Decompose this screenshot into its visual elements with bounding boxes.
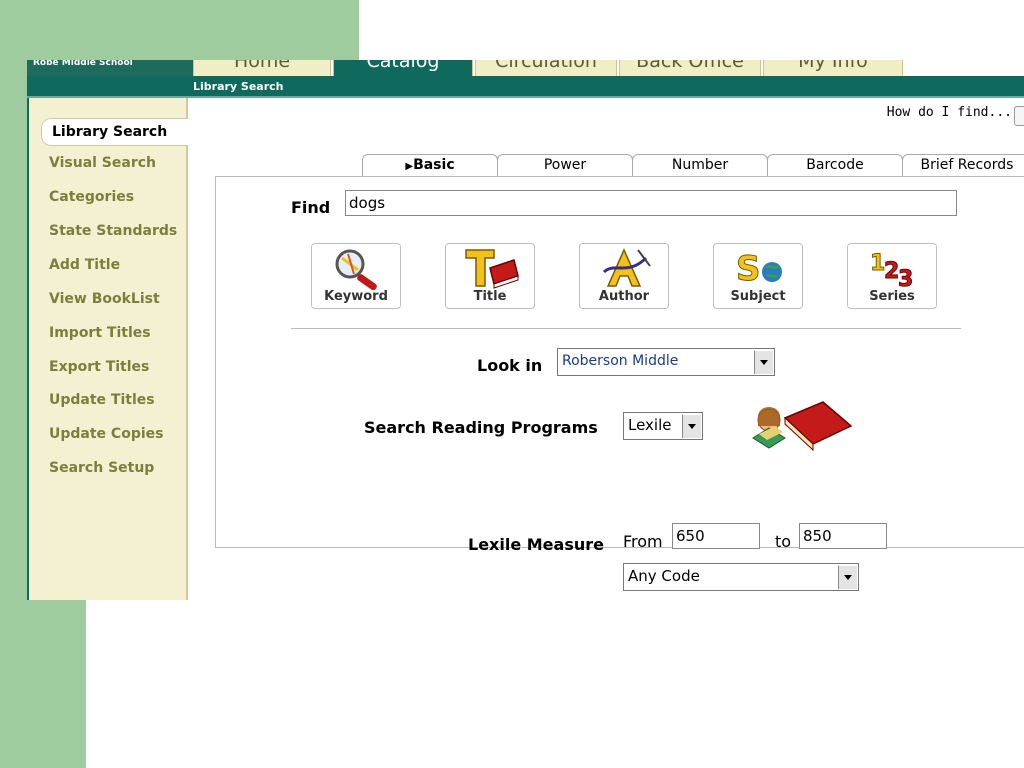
sidebar-item-categories[interactable]: Categories: [49, 189, 134, 205]
nav-tab-my-info[interactable]: My Info: [763, 60, 903, 76]
slide-background-top: [0, 0, 359, 60]
to-label: to: [775, 532, 792, 551]
help-icon[interactable]: [1014, 106, 1024, 126]
series-icon: 1 2 3: [870, 251, 914, 291]
lexile-code-value: Any Code: [628, 567, 700, 585]
keyword-search-button[interactable]: Keyword: [311, 243, 401, 309]
author-label: Author: [598, 289, 650, 304]
series-search-button[interactable]: 1 2 3 Series: [847, 243, 937, 309]
main-content: How do I find... ▶Basic Power Number Bar…: [188, 98, 1024, 600]
keyword-icon: [335, 249, 377, 290]
nav-tab-circulation[interactable]: Circulation: [475, 60, 617, 76]
lexile-measure-label: Lexile Measure: [468, 535, 604, 554]
sidebar-item-library-search[interactable]: Library Search: [41, 118, 191, 146]
tab-number[interactable]: Number: [632, 154, 768, 176]
sidebar-item-visual-search[interactable]: Visual Search: [49, 155, 156, 171]
subject-label: Subject: [730, 289, 786, 304]
help-link[interactable]: How do I find...: [887, 105, 1012, 120]
nav-tab-catalog[interactable]: Catalog: [333, 60, 473, 76]
look-in-select[interactable]: Roberson Middle: [557, 348, 775, 376]
find-input[interactable]: [345, 190, 957, 216]
lexile-to-input[interactable]: [799, 523, 887, 549]
author-search-button[interactable]: Author: [579, 243, 669, 309]
keyword-label: Keyword: [324, 289, 388, 304]
from-label: From: [623, 532, 663, 551]
svg-text:3: 3: [898, 267, 913, 290]
tab-basic-label: Basic: [413, 157, 455, 173]
sidebar-item-search-setup[interactable]: Search Setup: [49, 460, 154, 476]
top-navigation: Robe Middle School Home Catalog Circulat…: [27, 60, 1024, 76]
title-label: Title: [473, 289, 507, 304]
app-window: Robe Middle School Home Catalog Circulat…: [27, 60, 1024, 600]
tab-brief-records[interactable]: Brief Records: [902, 154, 1024, 176]
divider: [291, 328, 961, 329]
reading-programs-label: Search Reading Programs: [364, 418, 598, 437]
sub-navigation-bar: Library Search: [27, 76, 1024, 98]
look-in-label: Look in: [477, 356, 543, 375]
nav-tab-back-office[interactable]: Back Office: [619, 60, 761, 76]
chevron-down-icon[interactable]: [754, 350, 773, 374]
author-icon: [602, 248, 651, 287]
nav-tab-home[interactable]: Home: [193, 60, 331, 76]
subject-icon: S: [736, 249, 782, 290]
chevron-down-icon[interactable]: [838, 565, 857, 589]
look-in-value: Roberson Middle: [562, 353, 679, 369]
sidebar-item-state-standards[interactable]: State Standards: [49, 223, 177, 239]
find-label: Find: [291, 198, 331, 217]
lexile-code-select[interactable]: Any Code: [623, 563, 859, 591]
tab-basic[interactable]: ▶Basic: [362, 154, 498, 176]
svg-text:S: S: [736, 249, 761, 289]
sidebar-item-export-titles[interactable]: Export Titles: [49, 359, 149, 375]
lexile-from-input[interactable]: [672, 523, 760, 549]
sidebar-item-update-titles[interactable]: Update Titles: [49, 392, 155, 408]
sidebar: Library Search Visual Search Categories …: [27, 98, 191, 600]
title-icon: [465, 249, 519, 289]
reading-program-value: Lexile: [628, 416, 672, 434]
chevron-down-icon[interactable]: [682, 414, 701, 438]
breadcrumb: Library Search: [193, 80, 284, 93]
tab-power[interactable]: Power: [497, 154, 633, 176]
sidebar-item-add-title[interactable]: Add Title: [49, 257, 120, 273]
active-tab-marker-icon: ▶: [405, 161, 414, 172]
reading-child-icon: [752, 401, 853, 452]
sidebar-item-import-titles[interactable]: Import Titles: [49, 325, 151, 341]
subject-search-button[interactable]: S Subject: [713, 243, 803, 309]
tab-barcode[interactable]: Barcode: [767, 154, 903, 176]
title-search-button[interactable]: Title: [445, 243, 535, 309]
sidebar-item-update-copies[interactable]: Update Copies: [49, 426, 163, 442]
school-name: Robe Middle School: [27, 60, 193, 76]
sidebar-item-view-booklist[interactable]: View BookList: [49, 291, 160, 307]
reading-program-select[interactable]: Lexile: [623, 412, 703, 440]
series-label: Series: [869, 289, 915, 304]
